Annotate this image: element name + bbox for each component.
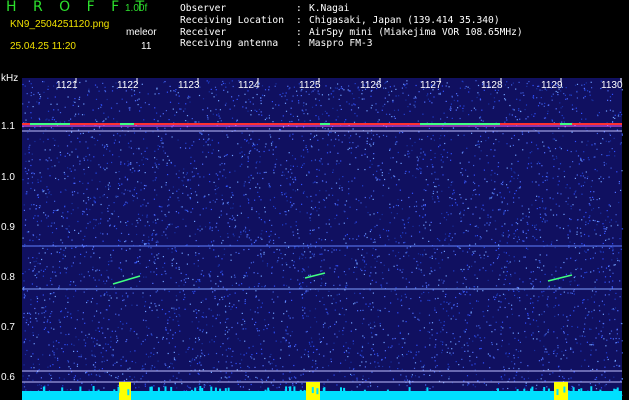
level-spike-46 — [323, 387, 326, 394]
level-spike-34 — [79, 386, 82, 393]
info-row-observer: Observer: K.Nagai — [180, 3, 350, 14]
level-spike-39 — [43, 386, 46, 393]
level-spike-3 — [563, 386, 566, 393]
level-spike-17 — [170, 386, 173, 393]
level-spike-5 — [190, 389, 193, 396]
level-spike-30 — [547, 388, 550, 395]
level-spike-9 — [556, 389, 559, 396]
info-block: Observer: K.Nagai Receiving Location: Chig… — [180, 3, 523, 50]
level-spike-44 — [523, 388, 526, 395]
y-tick-label: 0.7 — [1, 322, 15, 333]
level-spike-13 — [343, 387, 346, 394]
level-spike-11 — [127, 389, 130, 396]
level-spike-37 — [97, 389, 100, 396]
x-tick-label: 1122 — [117, 80, 139, 91]
y-tick-label: 0.9 — [1, 222, 15, 233]
y-tick-label: 0.6 — [1, 372, 15, 383]
level-spike-20 — [92, 386, 95, 393]
level-spike-33 — [285, 386, 288, 393]
level-spike-4 — [516, 389, 519, 396]
level-spike-10 — [227, 387, 230, 394]
level-spike-59 — [580, 388, 583, 395]
level-spike-2 — [264, 389, 267, 396]
y-tick-label: 1.1 — [1, 121, 15, 132]
level-spike-54 — [267, 389, 270, 396]
level-spike-25 — [219, 388, 222, 395]
level-spike-43 — [426, 387, 429, 394]
info-row-antenna: Receiving antenna: Maspro FM-3 — [180, 38, 373, 50]
x-tick-label: 1126 — [360, 80, 382, 91]
level-spike-55 — [497, 388, 499, 395]
level-spike-40 — [61, 387, 64, 394]
level-spike-29 — [164, 386, 167, 393]
count-label: 11 — [141, 41, 152, 52]
timestamp-label: 25.04.25 11:20 — [10, 41, 76, 52]
level-spike-50 — [303, 389, 306, 396]
x-tick-label: 1129 — [541, 80, 563, 91]
filename-label: KN9_2504251120.png — [10, 19, 110, 30]
level-spike-16 — [363, 389, 366, 396]
level-spike-36 — [316, 388, 319, 395]
version-label: 1.00f — [125, 3, 148, 14]
level-spike-14 — [210, 386, 213, 393]
level-spike-12 — [201, 387, 204, 394]
x-tick-label: 1130 — [601, 80, 623, 91]
level-spike-53 — [289, 386, 292, 393]
level-spike-56 — [150, 386, 153, 393]
level-spike-0 — [311, 387, 314, 394]
x-tick-label: 1128 — [481, 80, 503, 91]
level-spike-38 — [386, 389, 389, 396]
level-spike-22 — [293, 386, 296, 393]
level-spike-27 — [117, 386, 120, 393]
level-spike-8 — [578, 389, 580, 396]
level-spike-51 — [113, 389, 116, 396]
level-spike-18 — [224, 388, 227, 395]
x-tick-label: 1124 — [238, 80, 260, 91]
level-spike-19 — [299, 389, 302, 396]
level-peak-2 — [554, 382, 568, 400]
y-axis-unit: kHz — [1, 73, 19, 84]
y-tick-label: 0.8 — [1, 272, 15, 283]
level-spike-49 — [572, 387, 575, 394]
level-spike-57 — [194, 387, 197, 394]
info-row-receiver: Receiver: AirSpy mini (Miakejima VOR 108.… — [180, 26, 523, 38]
level-spike-7 — [340, 387, 342, 394]
level-spike-35 — [199, 386, 202, 393]
mode-label: meleor — [126, 27, 157, 38]
x-tick-label: 1127 — [420, 80, 442, 91]
info-row-location: Receiving Location: Chigasaki, Japan (139… — [180, 14, 500, 26]
level-spike-15 — [408, 387, 411, 394]
level-spike-45 — [615, 389, 617, 396]
y-tick-label: 1.0 — [1, 172, 15, 183]
level-spike-1 — [599, 389, 602, 396]
x-tick-label: 1125 — [299, 80, 321, 91]
level-spike-28 — [531, 386, 534, 393]
level-spike-58 — [613, 388, 616, 395]
x-tick-label: 1123 — [178, 80, 200, 91]
header-panel: H R O F F T 1.00f KN9_2504251120.png mel… — [0, 0, 629, 78]
level-spike-21 — [543, 387, 546, 394]
x-tick-label: 1121 — [56, 80, 78, 91]
level-spike-24 — [590, 386, 593, 393]
level-spike-52 — [157, 387, 160, 394]
level-spike-41 — [214, 387, 217, 394]
